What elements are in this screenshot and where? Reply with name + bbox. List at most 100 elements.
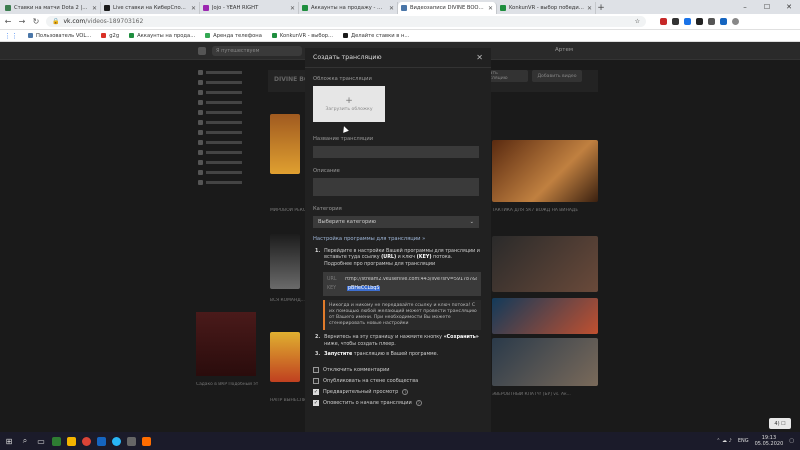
windows-start-icon[interactable]: ⊞ [4, 436, 14, 446]
description-textarea[interactable] [313, 178, 479, 196]
close-window-icon[interactable]: ✕ [778, 0, 800, 14]
video-caption[interactable]: ЭВЕРОВТНЫЙ КЛАТЧ! [БУ] vs. Ак... [492, 392, 598, 397]
checkbox-label: Оповестить о начале трансляции [323, 399, 412, 406]
video-thumbnail[interactable] [270, 332, 300, 382]
maximize-icon[interactable]: ☐ [756, 0, 778, 14]
tab-favicon [5, 5, 11, 11]
tab-close-icon[interactable]: ✕ [290, 5, 295, 12]
new-tab-button[interactable]: + [596, 2, 606, 14]
step-2: 2. Вернитесь на эту страницу и нажмите к… [315, 335, 479, 347]
browser-tab[interactable]: KonkunVR - выбор победителя ✕ [497, 2, 596, 14]
browser-tab[interactable]: Аккаунты на продажу - Google✕ [299, 2, 398, 14]
video-thumbnail[interactable] [492, 338, 598, 386]
bookmark-favicon [28, 33, 33, 38]
vk-search-input[interactable]: Я путешествуем [212, 46, 302, 56]
minimize-icon[interactable]: – [734, 0, 756, 14]
program-settings-link[interactable]: Настройка программы для трансляции » [313, 236, 483, 242]
apps-icon[interactable]: ⋮⋮ [4, 32, 18, 40]
extension-icon[interactable] [684, 18, 691, 25]
windows-taskbar: ⊞ ⌕ ▭ ⌃ ☁ ♪ ENG 19:13 05.05.2020 ▢ [0, 432, 800, 450]
tray-icons[interactable]: ⌃ ☁ ♪ [716, 438, 732, 444]
stream-key-value[interactable]: pBHeCCLbqS [347, 286, 381, 292]
tab-label: Ставки на матчи Dota 2 | Ставк [14, 5, 89, 11]
extension-icon[interactable] [660, 18, 667, 25]
app-icon[interactable] [142, 436, 151, 446]
clock[interactable]: 19:13 05.05.2020 [755, 435, 784, 447]
checkbox[interactable]: ✓ [313, 388, 319, 395]
tab-close-icon[interactable]: ✕ [92, 5, 97, 12]
bookmark-label: Пользователь VOL... [36, 32, 92, 39]
checkbox[interactable]: ✓ [313, 399, 319, 406]
vk-user-name[interactable]: Артем [555, 47, 573, 53]
language-indicator[interactable]: ENG [738, 438, 749, 444]
browser-tab[interactable]: Jojo - YEAH RIGHT ✕ [200, 2, 299, 14]
extension-icon[interactable] [672, 18, 679, 25]
video-thumbnail[interactable] [492, 236, 598, 292]
checkbox[interactable] [313, 366, 319, 373]
search-icon[interactable]: ⌕ [20, 436, 30, 446]
tab-close-icon[interactable]: ✕ [587, 5, 592, 12]
description-label: Описание [313, 168, 340, 174]
star-icon[interactable]: ☆ [635, 18, 640, 25]
reload-icon[interactable]: ↻ [32, 17, 40, 26]
tab-close-icon[interactable]: ✕ [389, 5, 394, 12]
programs-help-link[interactable]: Подробнее про программы для трансляции [324, 262, 435, 267]
tab-label: KonkunVR - выбор победителя [509, 5, 584, 11]
promo-caption[interactable]: Садако в ВКР Подобный эту игру [196, 382, 258, 387]
app-icon[interactable] [127, 436, 136, 446]
option-checkbox-row[interactable]: Отключить комментарии [313, 364, 483, 375]
app-icon[interactable] [97, 436, 106, 446]
file-explorer-icon[interactable] [67, 436, 76, 446]
stream-name-input[interactable] [313, 146, 479, 158]
bookmark-item[interactable]: Делайте ставки в н... [343, 33, 409, 39]
tab-favicon [302, 5, 308, 11]
modal-title: Создать трансляцию [313, 54, 382, 61]
bookmark-item[interactable]: g2g [101, 33, 119, 39]
cover-label: Обложка трансляции [313, 76, 372, 82]
video-thumbnail[interactable] [492, 298, 598, 334]
chrome-icon[interactable] [82, 436, 91, 446]
video-caption[interactable]: ТАКТИКА ДЛЯ 5К7 ВОЖД НА ВИНАДЕ [492, 208, 598, 213]
vk-logo-icon [198, 47, 206, 55]
promo-card[interactable] [196, 312, 256, 376]
tab-label: Видеозаписи DIVINE BOOST - То [410, 5, 485, 11]
forward-icon[interactable]: → [18, 17, 26, 26]
close-icon[interactable]: ✕ [476, 53, 483, 62]
browser-tab[interactable]: Live ставки на КиберСпорт - ццз✕ [101, 2, 200, 14]
profile-avatar[interactable] [732, 18, 739, 25]
notifications-icon[interactable]: ▢ [789, 438, 794, 444]
browser-tab[interactable]: Видеозаписи DIVINE BOOST - То✕ [398, 2, 497, 14]
tab-close-icon[interactable]: ✕ [191, 5, 196, 12]
extension-icon[interactable] [708, 18, 715, 25]
bookmark-favicon [205, 33, 211, 38]
bookmark-item[interactable]: Пользователь VOL... [28, 33, 91, 39]
category-select[interactable]: Выберите категорию ⌄ [313, 216, 479, 228]
video-thumbnail[interactable] [270, 234, 300, 289]
system-tray: ⌃ ☁ ♪ ENG 19:13 05.05.2020 ▢ [716, 432, 794, 450]
help-icon[interactable]: ? [415, 399, 422, 406]
lock-icon: 🔒 [52, 18, 60, 25]
tab-close-icon[interactable]: ✕ [488, 5, 493, 12]
checkbox[interactable] [313, 377, 319, 384]
upload-cover-button[interactable]: + Загрузить обложку [313, 86, 385, 122]
add-video-button[interactable]: Добавить видео [532, 70, 582, 82]
app-icon[interactable] [52, 436, 61, 446]
video-thumbnail[interactable] [492, 140, 598, 202]
option-checkbox-row[interactable]: Опубликовать на стене сообщества [313, 375, 483, 386]
telegram-icon[interactable] [112, 436, 121, 446]
browser-tab[interactable]: Ставки на матчи Dota 2 | Ставк✕ [2, 2, 101, 14]
browser-tab-strip: Ставки на матчи Dota 2 | Ставк✕Live став… [0, 0, 800, 14]
bookmark-item[interactable]: Аренда телефона [205, 33, 262, 39]
option-checkbox-row[interactable]: ✓ Оповестить о начале трансляции? [313, 397, 483, 408]
video-thumbnail[interactable] [270, 114, 300, 174]
task-view-icon[interactable]: ▭ [36, 436, 46, 446]
back-icon[interactable]: ← [4, 17, 12, 26]
help-icon[interactable]: ? [402, 388, 409, 395]
extension-icon[interactable] [696, 18, 703, 25]
bookmark-item[interactable]: KonkunVR - выбор... [271, 33, 333, 39]
bookmark-item[interactable]: Аккаунты на прода... [129, 33, 195, 39]
url-input[interactable]: 🔒 vk.com/videos-189703162 ☆ [46, 16, 646, 27]
option-checkbox-row[interactable]: ✓ Предварительный просмотр? [313, 386, 483, 397]
stream-url-value[interactable]: rtmp://stream2.vkuserlive.com:443/live?s… [345, 277, 477, 282]
extension-icon[interactable] [720, 18, 727, 25]
